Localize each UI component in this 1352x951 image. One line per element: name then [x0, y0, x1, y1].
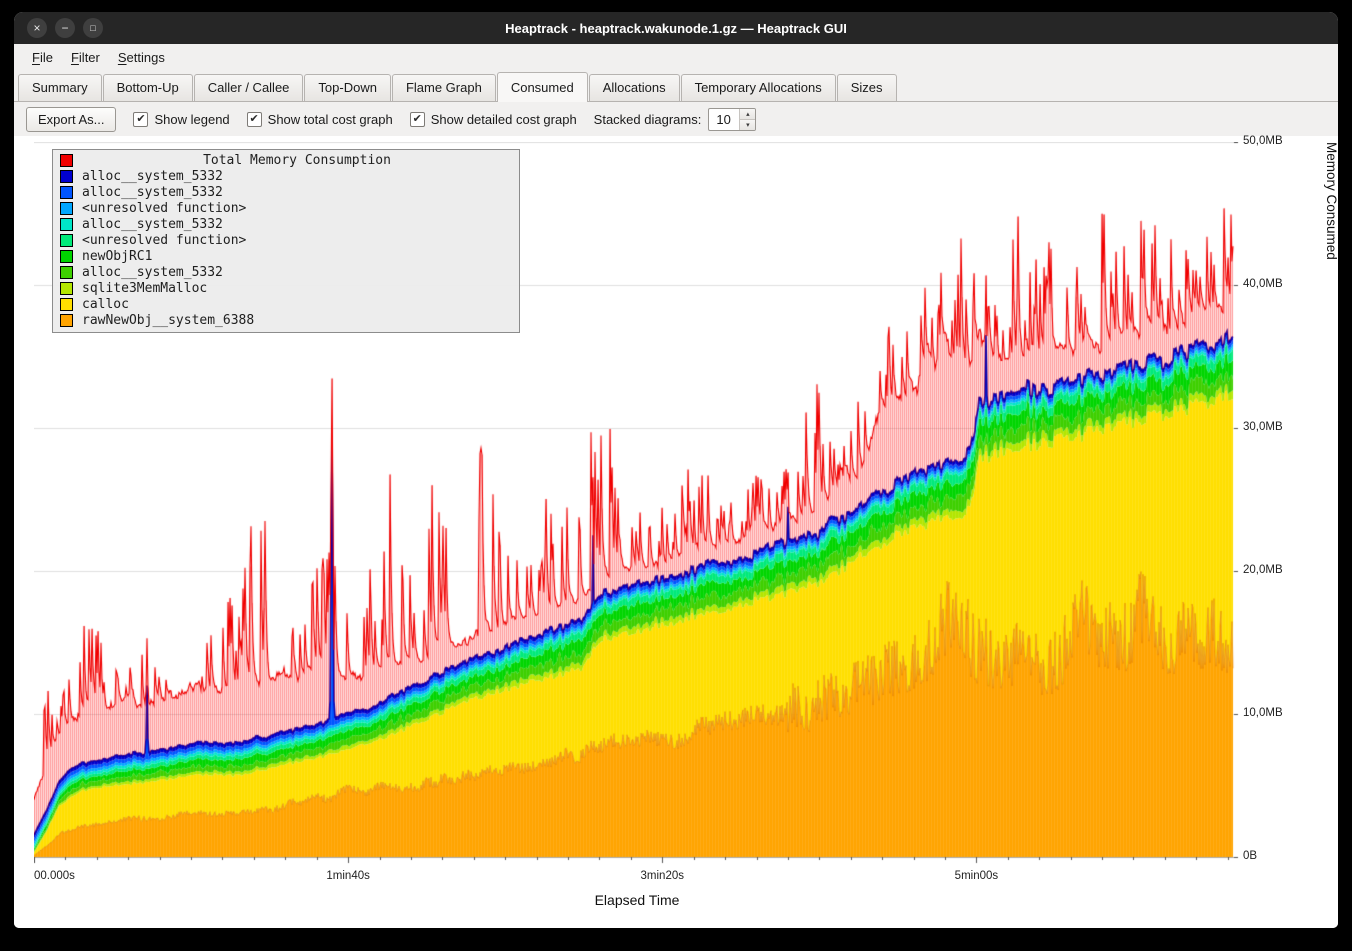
y-axis-tick-label: 0B — [1243, 850, 1257, 862]
legend-item: <unresolved function> — [53, 232, 519, 248]
y-axis-tick-label: 40,0MB — [1243, 278, 1283, 290]
export-as-button[interactable]: Export As... — [26, 107, 116, 132]
spinbox-down-button[interactable]: ▾ — [740, 120, 755, 130]
legend-item: alloc__system_5332 — [53, 168, 519, 184]
plot-wrap: Total Memory Consumptionalloc__system_53… — [34, 142, 1338, 865]
legend-swatch — [60, 202, 73, 215]
legend-item-label: alloc__system_5332 — [82, 265, 223, 280]
y-axis-title: Memory Consumed — [1324, 142, 1338, 857]
legend-swatch — [60, 250, 73, 263]
minimize-button[interactable]: − — [55, 18, 75, 38]
legend-item: rawNewObj__system_6388 — [53, 312, 519, 328]
tab-sizes[interactable]: Sizes — [837, 74, 897, 101]
stacked-diagrams-spinbox[interactable]: 10 ▴ ▾ — [708, 108, 756, 131]
stacked-diagrams-label: Stacked diagrams: — [594, 112, 702, 127]
titlebar: × − □ Heaptrack - heaptrack.wakunode.1.g… — [14, 12, 1338, 44]
close-button[interactable]: × — [27, 18, 47, 38]
maximize-icon: □ — [90, 24, 95, 33]
chart-area: Total Memory Consumptionalloc__system_53… — [14, 136, 1338, 928]
x-axis-tick-label: 3min20s — [641, 870, 684, 882]
minimize-icon: − — [61, 22, 68, 34]
maximize-button[interactable]: □ — [83, 18, 103, 38]
x-axis-tick-label: 5min00s — [955, 870, 998, 882]
menubar: FileFilterSettings — [14, 44, 1338, 71]
tab-bar: SummaryBottom-UpCaller / CalleeTop-DownF… — [14, 71, 1338, 102]
legend-item: alloc__system_5332 — [53, 184, 519, 200]
legend-item-label: alloc__system_5332 — [82, 169, 223, 184]
tab-temporary-allocations[interactable]: Temporary Allocations — [681, 74, 836, 101]
legend-swatch — [60, 170, 73, 183]
tab-top-down[interactable]: Top-Down — [304, 74, 391, 101]
tab-flame-graph[interactable]: Flame Graph — [392, 74, 496, 101]
checkbox-check-icon: ✔ — [410, 112, 425, 127]
toolbar: Export As... ✔ Show legend ✔ Show total cos… — [14, 102, 1338, 136]
app-window: × − □ Heaptrack - heaptrack.wakunode.1.g… — [14, 12, 1338, 928]
legend-item-label: <unresolved function> — [82, 201, 246, 216]
x-axis-title: Elapsed Time — [34, 892, 1240, 908]
checkbox-show-legend[interactable]: ✔ Show legend — [133, 112, 229, 127]
window-controls: × − □ — [27, 18, 103, 38]
legend-item-label: sqlite3MemMalloc — [82, 281, 207, 296]
tab-bottom-up[interactable]: Bottom-Up — [103, 74, 193, 101]
legend-item: newObjRC1 — [53, 248, 519, 264]
checkbox-label: Show detailed cost graph — [431, 112, 577, 127]
legend-swatch — [60, 266, 73, 279]
chart-legend: Total Memory Consumptionalloc__system_53… — [52, 149, 520, 333]
spinbox-up-button[interactable]: ▴ — [740, 109, 755, 120]
screen-background: × − □ Heaptrack - heaptrack.wakunode.1.g… — [0, 0, 1352, 951]
tab-caller-callee[interactable]: Caller / Callee — [194, 74, 304, 101]
x-axis-tick-label: 00.000s — [34, 870, 75, 882]
menu-filter[interactable]: Filter — [62, 46, 109, 69]
checkbox-show-detailed-cost-graph[interactable]: ✔ Show detailed cost graph — [410, 112, 577, 127]
legend-swatch-total — [60, 154, 73, 167]
stacked-diagrams-group: Stacked diagrams: 10 ▴ ▾ — [594, 108, 757, 131]
spinbox-arrows: ▴ ▾ — [739, 109, 755, 130]
legend-item-label: rawNewObj__system_6388 — [82, 313, 254, 328]
legend-item: <unresolved function> — [53, 200, 519, 216]
legend-item-label: <unresolved function> — [82, 233, 246, 248]
spinbox-value: 10 — [709, 109, 739, 130]
legend-swatch — [60, 186, 73, 199]
legend-swatch — [60, 314, 73, 327]
y-axis-tick-label: 20,0MB — [1243, 564, 1283, 576]
tab-allocations[interactable]: Allocations — [589, 74, 680, 101]
legend-swatch — [60, 234, 73, 247]
window-title: Heaptrack - heaptrack.wakunode.1.gz — He… — [14, 21, 1338, 36]
legend-item-label: alloc__system_5332 — [82, 185, 223, 200]
legend-swatch — [60, 218, 73, 231]
legend-swatch — [60, 282, 73, 295]
legend-title-row: Total Memory Consumption — [53, 152, 519, 168]
menu-file[interactable]: File — [23, 46, 62, 69]
checkbox-check-icon: ✔ — [133, 112, 148, 127]
checkbox-label: Show total cost graph — [268, 112, 393, 127]
legend-item-label: newObjRC1 — [82, 249, 152, 264]
legend-item: alloc__system_5332 — [53, 264, 519, 280]
close-icon: × — [33, 22, 40, 34]
toolbar-checkboxes: ✔ Show legend ✔ Show total cost graph ✔ Show … — [133, 112, 576, 127]
y-axis-tick-label: 50,0MB — [1243, 135, 1283, 147]
checkbox-show-total-cost-graph[interactable]: ✔ Show total cost graph — [247, 112, 393, 127]
checkbox-label: Show legend — [154, 112, 229, 127]
tab-consumed[interactable]: Consumed — [497, 72, 588, 102]
legend-item-label: calloc — [82, 297, 129, 312]
legend-item-label: alloc__system_5332 — [82, 217, 223, 232]
menu-settings[interactable]: Settings — [109, 46, 174, 69]
legend-title: Total Memory Consumption — [82, 153, 512, 168]
x-axis-tick-label: 1min40s — [326, 870, 369, 882]
checkbox-check-icon: ✔ — [247, 112, 262, 127]
tab-summary[interactable]: Summary — [18, 74, 102, 101]
legend-swatch — [60, 298, 73, 311]
y-axis-tick-label: 10,0MB — [1243, 707, 1283, 719]
legend-item: calloc — [53, 296, 519, 312]
legend-item: alloc__system_5332 — [53, 216, 519, 232]
y-axis-tick-label: 30,0MB — [1243, 421, 1283, 433]
legend-item: sqlite3MemMalloc — [53, 280, 519, 296]
